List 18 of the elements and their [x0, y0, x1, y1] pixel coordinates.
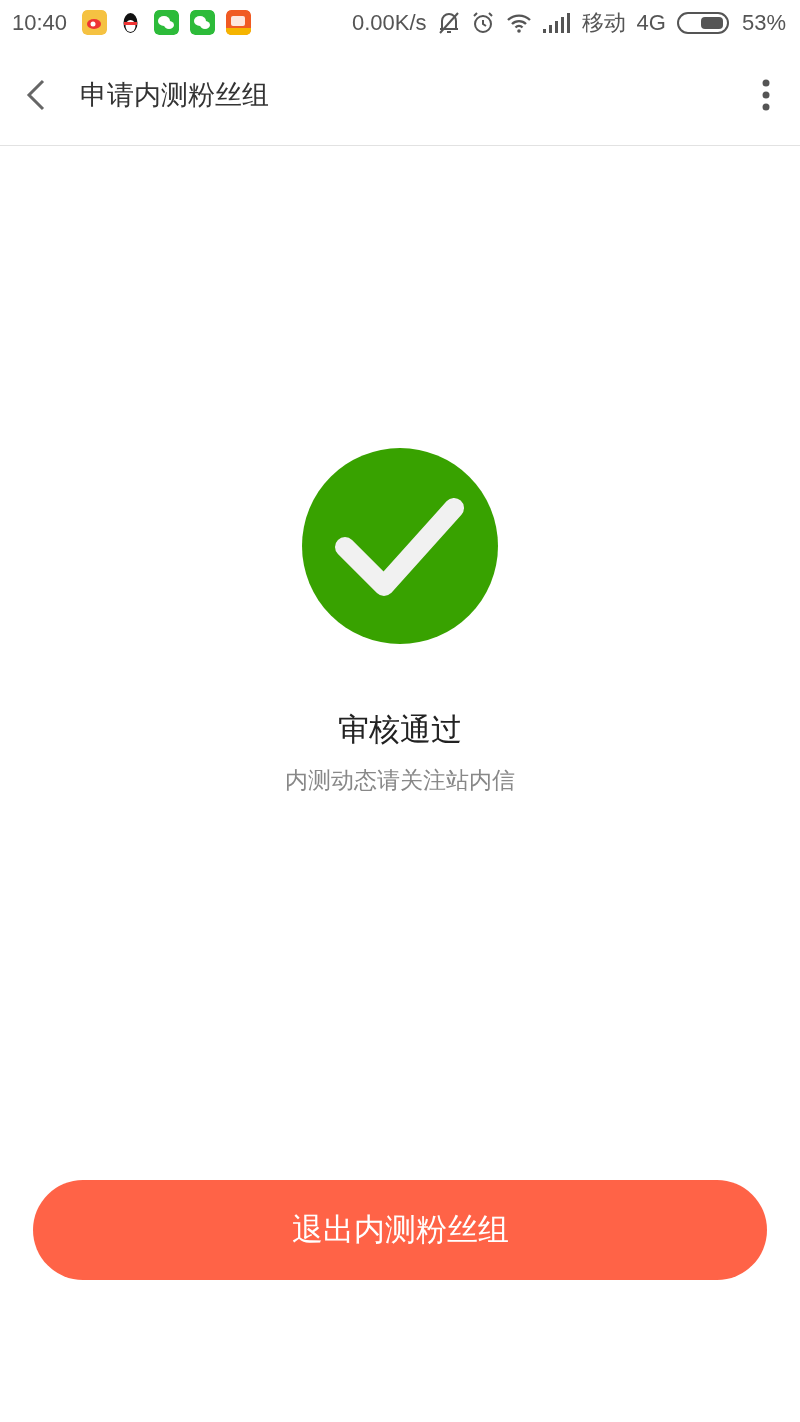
result-subtitle: 内测动态请关注站内信 — [285, 766, 515, 795]
chat-app-icon — [154, 10, 180, 35]
exit-group-button[interactable]: 退出内测粉丝组 — [33, 1180, 767, 1280]
wifi-icon — [505, 11, 532, 34]
back-icon[interactable] — [26, 79, 46, 111]
page-title: 申请内测粉丝组 — [80, 78, 270, 112]
network-speed: 0.00K/s — [352, 9, 427, 36]
network-type: 4G — [636, 9, 666, 36]
bell-muted-icon — [437, 10, 460, 35]
status-time: 10:40 — [12, 9, 68, 36]
result-title: 审核通过 — [338, 710, 462, 749]
battery-percent: 53% — [741, 9, 786, 36]
carrier-name: 移动 — [581, 8, 626, 37]
battery-icon — [676, 11, 731, 34]
chat-app-icon — [190, 10, 216, 35]
signal-icon — [542, 12, 571, 33]
more-icon[interactable] — [762, 79, 770, 111]
success-check-icon — [301, 447, 499, 645]
